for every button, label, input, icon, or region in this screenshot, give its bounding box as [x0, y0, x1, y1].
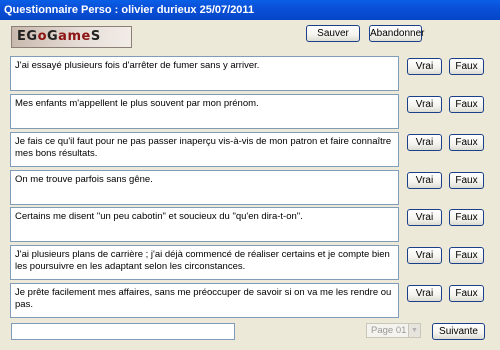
question-4-text: On me trouve parfois sans gêne. [10, 170, 399, 205]
question-3-true-button[interactable]: Vrai [407, 134, 442, 151]
egogames-logo: EGoGameS [11, 26, 132, 48]
next-page-button[interactable]: Suivante [432, 323, 485, 340]
question-2-false-button[interactable]: Faux [449, 96, 484, 113]
question-7-text: Je prête facilement mes affaires, sans m… [10, 283, 399, 318]
question-5-true-button[interactable]: Vrai [407, 209, 442, 226]
page-select-value: Page 01 [371, 325, 407, 336]
question-6-text: J'ai plusieurs plans de carrière ; j'ai … [10, 245, 399, 280]
question-6-false-button[interactable]: Faux [449, 247, 484, 264]
question-5-false-button[interactable]: Faux [449, 209, 484, 226]
question-5-text: Certains me disent "un peu cabotin" et s… [10, 207, 399, 242]
question-2-true-button[interactable]: Vrai [407, 96, 442, 113]
question-3-text: Je fais ce qu'il faut pour ne pas passer… [10, 132, 399, 167]
question-2-text: Mes enfants m'appellent le plus souvent … [10, 94, 399, 129]
question-1-false-button[interactable]: Faux [449, 58, 484, 75]
question-7-false-button[interactable]: Faux [449, 285, 484, 302]
window-title: Questionnaire Perso : olivier durieux 25… [0, 0, 500, 20]
abandon-button[interactable]: Abandonner [369, 25, 425, 42]
question-7-true-button[interactable]: Vrai [407, 285, 442, 302]
chevron-down-icon[interactable]: ▼ [408, 324, 420, 337]
footer-text-input[interactable] [11, 323, 235, 340]
question-3-false-button[interactable]: Faux [449, 134, 484, 151]
question-4-false-button[interactable]: Faux [449, 172, 484, 189]
save-button[interactable]: Sauver [306, 25, 360, 42]
question-4-true-button[interactable]: Vrai [407, 172, 442, 189]
question-1-true-button[interactable]: Vrai [407, 58, 442, 75]
question-1-text: J'ai essayé plusieurs fois d'arrêter de … [10, 56, 399, 91]
page-select[interactable]: Page 01 ▼ [366, 323, 421, 338]
question-6-true-button[interactable]: Vrai [407, 247, 442, 264]
